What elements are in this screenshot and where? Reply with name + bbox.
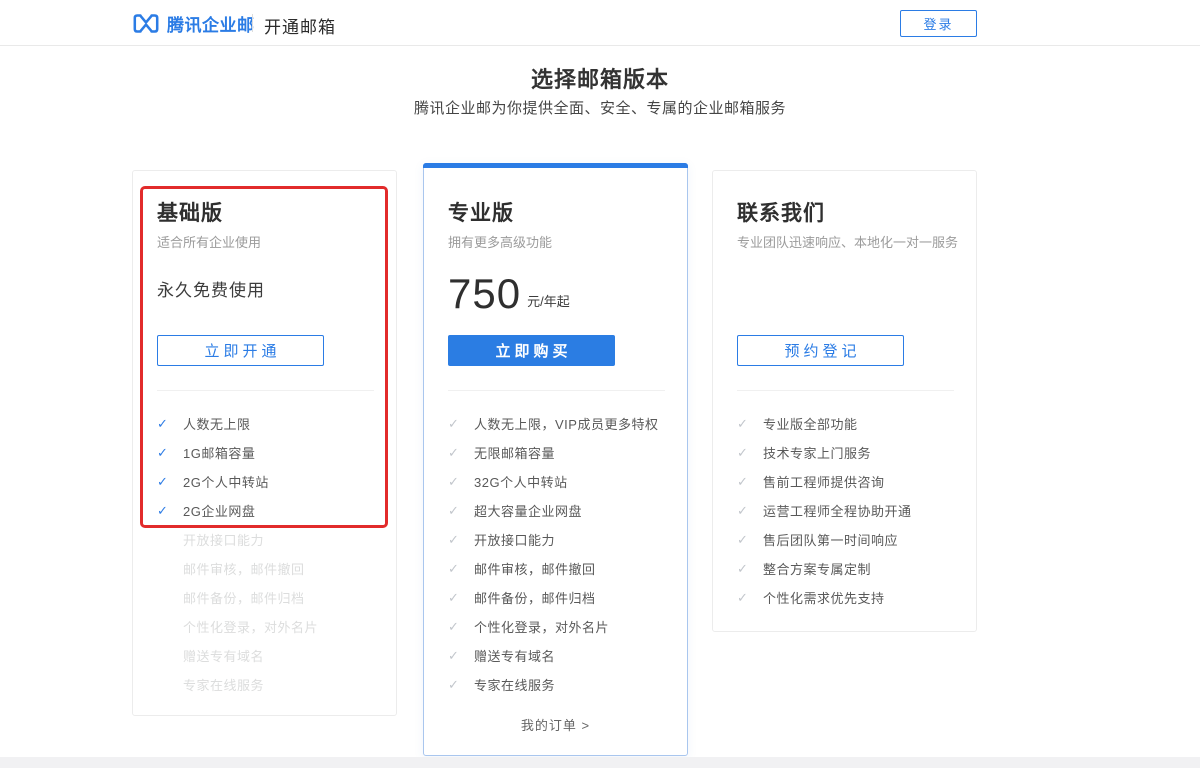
feature-item: ✓2G企业网盘 [157, 496, 380, 525]
header: 腾讯企业邮 开通邮箱 登录 [0, 0, 1200, 46]
card-accent-topbar [423, 163, 688, 168]
feature-item: ✓无限邮箱容量 [448, 438, 671, 467]
feature-item: ✓赠送专有域名 [448, 641, 671, 670]
feature-item: ✓售后团队第一时间响应 [737, 525, 960, 554]
page-title: 选择邮箱版本 [0, 62, 1200, 94]
check-icon: ✓ [448, 416, 474, 432]
feature-item: ✓邮件备份，邮件归档 [448, 583, 671, 612]
price-value: 750 [448, 273, 521, 315]
feature-list-basic: ✓人数无上限 ✓1G邮箱容量 ✓2G个人中转站 ✓2G企业网盘 开放接口能力 邮… [157, 409, 380, 699]
check-icon: ✓ [737, 474, 763, 490]
plan-title-professional: 专业版 [448, 197, 514, 227]
plan-card-professional: 专业版 拥有更多高级功能 750 元/年起 立即购买 ✓人数无上限，VIP成员更… [423, 163, 688, 756]
feature-item: ✓人数无上限，VIP成员更多特权 [448, 409, 671, 438]
plan-title-contact: 联系我们 [737, 197, 825, 227]
plan-card-basic: 基础版 适合所有企业使用 永久免费使用 立即开通 ✓人数无上限 ✓1G邮箱容量 … [132, 170, 397, 716]
check-icon: ✓ [157, 503, 183, 519]
feature-item: ✓售前工程师提供咨询 [737, 467, 960, 496]
check-icon: ✓ [448, 474, 474, 490]
plan-tagline-contact: 专业团队迅速响应、本地化一对一服务 [737, 232, 958, 251]
card-divider [737, 390, 954, 391]
check-icon: ✓ [157, 445, 183, 461]
check-icon: ✓ [737, 561, 763, 577]
feature-item-disabled: 专家在线服务 [157, 670, 380, 699]
check-icon: ✓ [448, 648, 474, 664]
feature-item: ✓人数无上限 [157, 409, 380, 438]
plan-tagline-professional: 拥有更多高级功能 [448, 232, 552, 251]
activate-now-button[interactable]: 立即开通 [157, 335, 324, 366]
feature-item: ✓32G个人中转站 [448, 467, 671, 496]
card-divider [157, 390, 374, 391]
nav-item-open-mailbox[interactable]: 开通邮箱 [264, 13, 336, 38]
plan-title-basic: 基础版 [157, 197, 223, 227]
feature-item: ✓技术专家上门服务 [737, 438, 960, 467]
check-icon: ✓ [448, 503, 474, 519]
feature-item: ✓邮件审核，邮件撤回 [448, 554, 671, 583]
feature-item: ✓整合方案专属定制 [737, 554, 960, 583]
header-divider [252, 14, 253, 32]
price-unit: 元/年起 [527, 291, 570, 310]
feature-item: ✓个性化需求优先支持 [737, 583, 960, 612]
plan-card-contact: 联系我们 专业团队迅速响应、本地化一对一服务 预约登记 ✓专业版全部功能 ✓技术… [712, 170, 977, 632]
feature-item: ✓开放接口能力 [448, 525, 671, 554]
plan-price-professional: 750 元/年起 [448, 273, 570, 315]
check-icon: ✓ [737, 445, 763, 461]
plan-tagline-basic: 适合所有企业使用 [157, 232, 261, 251]
footer-strip [0, 757, 1200, 768]
page-background: 腾讯企业邮 开通邮箱 登录 选择邮箱版本 腾讯企业邮为你提供全面、安全、专属的企… [0, 0, 1200, 768]
feature-item: ✓个性化登录，对外名片 [448, 612, 671, 641]
page-subtitle: 腾讯企业邮为你提供全面、安全、专属的企业邮箱服务 [0, 97, 1200, 118]
check-icon: ✓ [448, 677, 474, 693]
card-divider [448, 390, 665, 391]
feature-item: ✓运营工程师全程协助开通 [737, 496, 960, 525]
feature-item: ✓专家在线服务 [448, 670, 671, 699]
check-icon: ✓ [157, 474, 183, 490]
feature-item-disabled: 邮件备份，邮件归档 [157, 583, 380, 612]
check-icon: ✓ [737, 416, 763, 432]
feature-item-disabled: 赠送专有域名 [157, 641, 380, 670]
check-icon: ✓ [448, 561, 474, 577]
mail-logo-icon [132, 12, 160, 35]
check-icon: ✓ [448, 532, 474, 548]
check-icon: ✓ [448, 445, 474, 461]
check-icon: ✓ [448, 590, 474, 606]
check-icon: ✓ [737, 503, 763, 519]
feature-item: ✓超大容量企业网盘 [448, 496, 671, 525]
check-icon: ✓ [737, 532, 763, 548]
feature-item: ✓2G个人中转站 [157, 467, 380, 496]
feature-list-professional: ✓人数无上限，VIP成员更多特权 ✓无限邮箱容量 ✓32G个人中转站 ✓超大容量… [448, 409, 671, 699]
feature-item-disabled: 开放接口能力 [157, 525, 380, 554]
buy-now-button[interactable]: 立即购买 [448, 335, 615, 366]
check-icon: ✓ [448, 619, 474, 635]
login-button[interactable]: 登录 [900, 10, 977, 37]
brand-logo[interactable]: 腾讯企业邮 [132, 9, 255, 37]
feature-item-disabled: 邮件审核，邮件撤回 [157, 554, 380, 583]
plan-price-basic: 永久免费使用 [157, 276, 265, 301]
feature-item: ✓专业版全部功能 [737, 409, 960, 438]
check-icon: ✓ [737, 590, 763, 606]
check-icon: ✓ [157, 416, 183, 432]
brand-name: 腾讯企业邮 [167, 11, 255, 36]
my-orders-link[interactable]: 我的订单 > [424, 715, 687, 734]
feature-list-contact: ✓专业版全部功能 ✓技术专家上门服务 ✓售前工程师提供咨询 ✓运营工程师全程协助… [737, 409, 960, 612]
feature-item: ✓1G邮箱容量 [157, 438, 380, 467]
feature-item-disabled: 个性化登录，对外名片 [157, 612, 380, 641]
reservation-button[interactable]: 预约登记 [737, 335, 904, 366]
